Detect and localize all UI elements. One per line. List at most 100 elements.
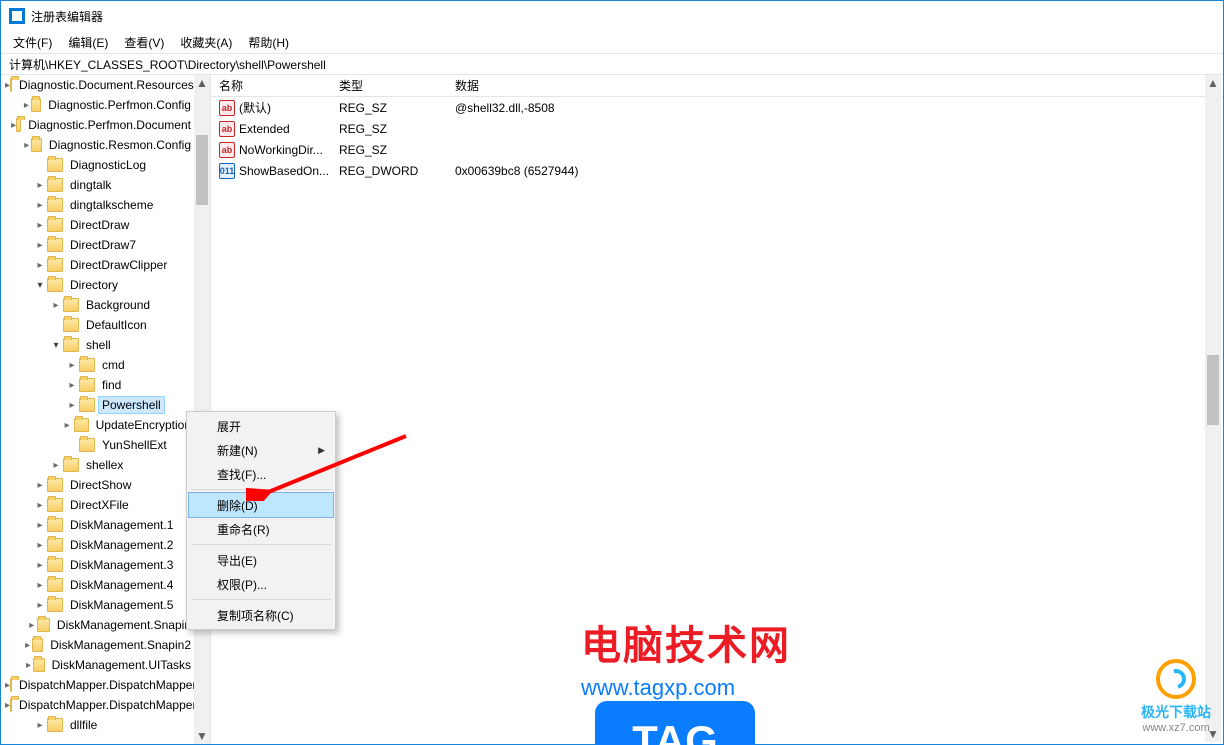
chevron-icon[interactable]: ▸ — [22, 140, 31, 151]
values-list[interactable]: ab(默认)REG_SZ@shell32.dll,-8508abExtended… — [211, 97, 1223, 744]
chevron-icon[interactable]: ▸ — [33, 520, 47, 531]
tree-item[interactable]: DiagnosticLog — [1, 155, 194, 175]
tree-item[interactable]: ▸DispatchMapper.DispatchMapper.1 — [1, 695, 194, 715]
tree-scrollbar[interactable]: ▲ ▼ — [194, 75, 210, 744]
chevron-icon[interactable]: ▸ — [33, 240, 47, 251]
tree-item[interactable]: ▸Diagnostic.Document.Resources — [1, 75, 194, 95]
value-row[interactable]: 011ShowBasedOn...REG_DWORD0x00639bc8 (65… — [211, 160, 1223, 181]
chevron-icon[interactable]: ▸ — [33, 480, 47, 491]
chevron-icon[interactable]: ▸ — [33, 260, 47, 271]
tree-item[interactable]: ▸DirectDrawClipper — [1, 255, 194, 275]
window-vscrollbar[interactable]: ▲ ▼ — [1205, 75, 1221, 742]
col-header-data[interactable]: 数据 — [447, 77, 1223, 94]
chevron-icon[interactable]: ▸ — [33, 600, 47, 611]
cm-find[interactable]: 查找(F)... — [189, 462, 333, 486]
tree-item[interactable]: YunShellExt — [1, 435, 194, 455]
tree-item[interactable]: ▸DirectDraw7 — [1, 235, 194, 255]
tree-view[interactable]: ▸Diagnostic.Document.Resources▸Diagnosti… — [1, 75, 194, 744]
chevron-icon[interactable]: ▸ — [33, 180, 47, 191]
folder-icon — [79, 398, 95, 412]
chevron-icon[interactable]: ▸ — [33, 580, 47, 591]
chevron-icon[interactable]: ▸ — [49, 300, 63, 311]
app-icon — [9, 8, 25, 24]
tree-item[interactable]: ▾Directory — [1, 275, 194, 295]
chevron-icon[interactable]: ▸ — [33, 560, 47, 571]
tree-item[interactable]: ▸DispatchMapper.DispatchMapper — [1, 675, 194, 695]
tree-item[interactable]: DefaultIcon — [1, 315, 194, 335]
menu-file[interactable]: 文件(F) — [5, 32, 60, 53]
chevron-icon[interactable]: ▸ — [22, 100, 31, 111]
chevron-icon[interactable]: ▸ — [26, 620, 37, 631]
value-row[interactable]: abNoWorkingDir...REG_SZ — [211, 139, 1223, 160]
scroll-down-icon[interactable]: ▼ — [1205, 726, 1221, 742]
cm-permissions[interactable]: 权限(P)... — [189, 572, 333, 596]
col-header-name[interactable]: 名称 — [211, 77, 331, 94]
tree-item[interactable]: ▸Powershell — [1, 395, 194, 415]
tree-item[interactable]: ▸ dingtalkscheme — [1, 195, 194, 215]
folder-icon — [79, 438, 95, 452]
tree-item[interactable]: ▸dingtalk — [1, 175, 194, 195]
tree-item[interactable]: ▸dllfile — [1, 715, 194, 735]
tree-item-label: DiskManagement.Snapin — [54, 617, 194, 633]
cm-export[interactable]: 导出(E) — [189, 548, 333, 572]
tree-item[interactable]: ▸DiskManagement.4 — [1, 575, 194, 595]
chevron-icon[interactable]: ▸ — [65, 400, 79, 411]
chevron-icon[interactable]: ▾ — [33, 280, 47, 291]
chevron-icon[interactable]: ▸ — [49, 460, 63, 471]
tree-item[interactable]: ▸UpdateEncryption — [1, 415, 194, 435]
tree-item[interactable]: ▸DirectShow — [1, 475, 194, 495]
chevron-icon[interactable]: ▾ — [49, 340, 63, 351]
menu-edit[interactable]: 编辑(E) — [60, 32, 116, 53]
tree-item[interactable]: ▸Diagnostic.Perfmon.Document — [1, 115, 194, 135]
value-row[interactable]: abExtendedREG_SZ — [211, 118, 1223, 139]
chevron-icon[interactable]: ▸ — [33, 540, 47, 551]
tree-item[interactable]: ▸DiskManagement.3 — [1, 555, 194, 575]
chevron-icon[interactable]: ▸ — [61, 420, 74, 431]
tree-item-label: dingtalkscheme — [67, 197, 156, 213]
tree-scrollbar-thumb[interactable] — [196, 135, 208, 205]
window-vscrollbar-thumb[interactable] — [1207, 355, 1219, 425]
tree-item[interactable]: ▸Diagnostic.Perfmon.Config — [1, 95, 194, 115]
address-bar[interactable]: 计算机\HKEY_CLASSES_ROOT\Directory\shell\Po… — [1, 53, 1223, 75]
value-row[interactable]: ab(默认)REG_SZ@shell32.dll,-8508 — [211, 97, 1223, 118]
cm-new[interactable]: 新建(N) — [189, 438, 333, 462]
tree-item[interactable]: ▸shellex — [1, 455, 194, 475]
chevron-icon[interactable]: ▸ — [65, 380, 79, 391]
tree-item-label: find — [99, 377, 124, 393]
cm-delete[interactable]: 删除(D) — [189, 493, 333, 517]
value-type: REG_SZ — [331, 143, 447, 157]
tree-item[interactable]: ▸Background — [1, 295, 194, 315]
menu-help[interactable]: 帮助(H) — [240, 32, 297, 53]
tree-item[interactable]: ▸cmd — [1, 355, 194, 375]
tree-item[interactable]: ▸DiskManagement.Snapin2 — [1, 635, 194, 655]
tree-item[interactable]: ▸DiskManagement.UITasks — [1, 655, 194, 675]
tree-item[interactable]: ▸ find — [1, 375, 194, 395]
tree-item[interactable]: ▸Diagnostic.Resmon.Config — [1, 135, 194, 155]
tree-item-label: DispatchMapper.DispatchMapper.1 — [16, 697, 194, 713]
menu-favorites[interactable]: 收藏夹(A) — [172, 32, 240, 53]
scroll-up-icon[interactable]: ▲ — [1205, 75, 1221, 91]
tree-item[interactable]: ▸DiskManagement.1 — [1, 515, 194, 535]
chevron-icon[interactable]: ▸ — [65, 360, 79, 371]
tree-item[interactable]: ▾shell — [1, 335, 194, 355]
chevron-icon[interactable]: ▸ — [24, 660, 33, 671]
cm-copy-key-name[interactable]: 复制项名称(C) — [189, 603, 333, 627]
scroll-down-icon[interactable]: ▼ — [194, 728, 210, 744]
tree-item[interactable]: ▸DiskManagement.5 — [1, 595, 194, 615]
tree-item[interactable]: ▸DirectDraw — [1, 215, 194, 235]
cm-rename[interactable]: 重命名(R) — [189, 517, 333, 541]
col-header-type[interactable]: 类型 — [331, 77, 447, 94]
chevron-icon[interactable]: ▸ — [23, 640, 32, 651]
chevron-icon[interactable]: ▸ — [33, 720, 47, 731]
chevron-icon[interactable]: ▸ — [33, 500, 47, 511]
cm-expand[interactable]: 展开 — [189, 414, 333, 438]
chevron-icon[interactable]: ▸ — [33, 200, 47, 211]
main-area: ▸Diagnostic.Document.Resources▸Diagnosti… — [1, 75, 1223, 744]
folder-icon — [31, 98, 42, 112]
tree-item[interactable]: ▸ DiskManagement.Snapin — [1, 615, 194, 635]
tree-item[interactable]: ▸DirectXFile — [1, 495, 194, 515]
scroll-up-icon[interactable]: ▲ — [194, 75, 210, 91]
tree-item[interactable]: ▸DiskManagement.2 — [1, 535, 194, 555]
menu-view[interactable]: 查看(V) — [116, 32, 172, 53]
chevron-icon[interactable]: ▸ — [33, 220, 47, 231]
